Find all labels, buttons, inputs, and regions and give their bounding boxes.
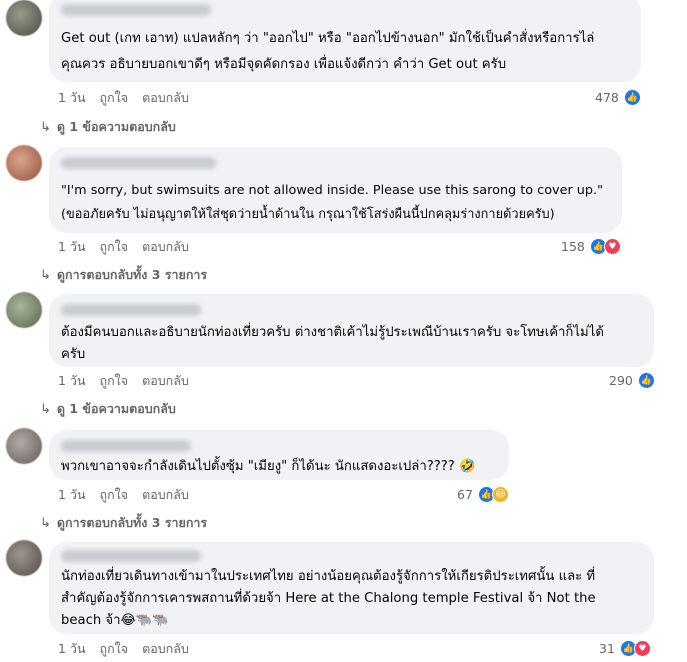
reaction-count: 158 [561, 239, 585, 254]
like-button[interactable]: ถูกใจ [100, 88, 129, 108]
comment-line: พวกเขาอาจจะกำลังเดินไปตั้งซุ้ม "เมียงู" … [61, 459, 476, 474]
comment-text: Get out (เกท เอาท) แปลหลักๆ ว่า "ออกไป" … [61, 26, 627, 78]
heart-icon: ♥ [603, 238, 621, 255]
reaction-summary[interactable]: 290 👍 [609, 372, 655, 389]
comment-line: ต้องมีคนบอกและอธิบายนักท่องเที่ยวครับ ต่… [61, 325, 604, 340]
author-name-blurred[interactable] [61, 440, 191, 452]
laughing-face-icon: 😆 [491, 486, 509, 503]
reply-button[interactable]: ตอบกลับ [142, 639, 189, 659]
reply-button[interactable]: ตอบกลับ [142, 485, 189, 505]
author-name-blurred[interactable] [61, 157, 216, 169]
comment-actions: 1 วัน ถูกใจ ตอบกลับ [58, 640, 189, 658]
avatar[interactable] [6, 540, 42, 576]
reaction-summary[interactable]: 158 👍 ♥ [561, 238, 621, 255]
heart-icon: ♥ [633, 640, 651, 657]
comment-text: "I'm sorry, but swimsuits are not allowe… [61, 179, 608, 227]
reaction-summary[interactable]: 31 👍 ♥ [599, 640, 651, 657]
reaction-summary[interactable]: 67 👍 😆 [457, 486, 509, 503]
comment-text: พวกเขาอาจจะกำลังเดินไปตั้งซุ้ม "เมียงู" … [61, 456, 495, 478]
comment-line: Get out (เกท เอาท) แปลหลักๆ ว่า "ออกไป" … [61, 31, 595, 46]
author-name-blurred[interactable] [61, 4, 211, 16]
reply-arrow-icon: ↳ [40, 515, 51, 531]
comment-bubble: Get out (เกท เอาท) แปลหลักๆ ว่า "ออกไป" … [49, 0, 641, 82]
view-replies-label: ดูการตอบกลับทั้ง 3 รายการ [56, 267, 208, 282]
reaction-count: 67 [457, 487, 473, 502]
like-button[interactable]: ถูกใจ [100, 371, 129, 391]
reply-button[interactable]: ตอบกลับ [142, 88, 189, 108]
comment-line: คุณควร อธิบายบอกเขาดีๆ หรือมีจุดคัดกรอง … [61, 57, 507, 72]
author-name-blurred[interactable] [61, 550, 201, 562]
timestamp[interactable]: 1 วัน [58, 371, 86, 391]
comment-actions: 1 วัน ถูกใจ ตอบกลับ [58, 372, 189, 390]
timestamp[interactable]: 1 วัน [58, 639, 86, 659]
reply-button[interactable]: ตอบกลับ [142, 371, 189, 391]
view-replies-link[interactable]: ↳ ดูการตอบกลับทั้ง 3 รายการ [40, 513, 207, 533]
reply-button[interactable]: ตอบกลับ [142, 237, 189, 257]
comment-line: สำคัญต้องรู้จักการเคารพสถานที่ด้วยจ้า He… [61, 591, 596, 606]
thumbs-up-icon: 👍 [623, 89, 641, 106]
comment-bubble: พวกเขาอาจจะกำลังเดินไปตั้งซุ้ม "เมียงู" … [49, 430, 509, 480]
thumbs-up-icon: 👍 [637, 372, 655, 389]
comment-line: beach จ้า😂🐃🐃 [61, 613, 169, 628]
comment-line: "I'm sorry, but swimsuits are not allowe… [61, 183, 603, 198]
timestamp[interactable]: 1 วัน [58, 88, 86, 108]
comment-bubble: "I'm sorry, but swimsuits are not allowe… [49, 147, 622, 233]
reaction-count: 290 [609, 373, 633, 388]
avatar[interactable] [6, 145, 42, 181]
view-replies-label: ดูการตอบกลับทั้ง 3 รายการ [56, 515, 208, 530]
view-replies-label: ดู 1 ข้อความตอบกลับ [56, 119, 176, 134]
reply-arrow-icon: ↳ [40, 119, 51, 135]
reply-arrow-icon: ↳ [40, 401, 51, 417]
view-replies-link[interactable]: ↳ ดูการตอบกลับทั้ง 3 รายการ [40, 265, 207, 285]
comment-actions: 1 วัน ถูกใจ ตอบกลับ [58, 486, 189, 504]
comment-actions: 1 วัน ถูกใจ ตอบกลับ [58, 89, 189, 107]
comment-actions: 1 วัน ถูกใจ ตอบกลับ [58, 238, 189, 256]
comment-line: นักท่องเที่ยวเดินทางเข้ามาในประเทศไทย อย… [61, 569, 596, 584]
comment-bubble: ต้องมีคนบอกและอธิบายนักท่องเที่ยวครับ ต่… [49, 294, 654, 367]
reply-arrow-icon: ↳ [40, 267, 51, 283]
view-replies-link[interactable]: ↳ ดู 1 ข้อความตอบกลับ [40, 117, 176, 137]
like-button[interactable]: ถูกใจ [100, 485, 129, 505]
reaction-summary[interactable]: 478 👍 [595, 89, 641, 106]
like-button[interactable]: ถูกใจ [100, 237, 129, 257]
view-replies-label: ดู 1 ข้อความตอบกลับ [56, 401, 176, 416]
comment-line: (ขออภัยครับ ไม่อนุญาตให้ใส่ชุดว่ายน้ำด้า… [61, 207, 555, 222]
reaction-count: 478 [595, 90, 619, 105]
view-replies-link[interactable]: ↳ ดู 1 ข้อความตอบกลับ [40, 399, 176, 419]
comment-text: ต้องมีคนบอกและอธิบายนักท่องเที่ยวครับ ต่… [61, 322, 640, 366]
reaction-count: 31 [599, 641, 615, 656]
avatar[interactable] [6, 0, 42, 36]
avatar[interactable] [6, 428, 42, 464]
like-button[interactable]: ถูกใจ [100, 639, 129, 659]
timestamp[interactable]: 1 วัน [58, 485, 86, 505]
timestamp[interactable]: 1 วัน [58, 237, 86, 257]
comment-text: นักท่องเที่ยวเดินทางเข้ามาในประเทศไทย อย… [61, 566, 640, 632]
comment-bubble: นักท่องเที่ยวเดินทางเข้ามาในประเทศไทย อย… [49, 542, 654, 634]
avatar[interactable] [6, 292, 42, 328]
comment-line: ครับ [61, 347, 86, 362]
author-name-blurred[interactable] [61, 304, 201, 316]
